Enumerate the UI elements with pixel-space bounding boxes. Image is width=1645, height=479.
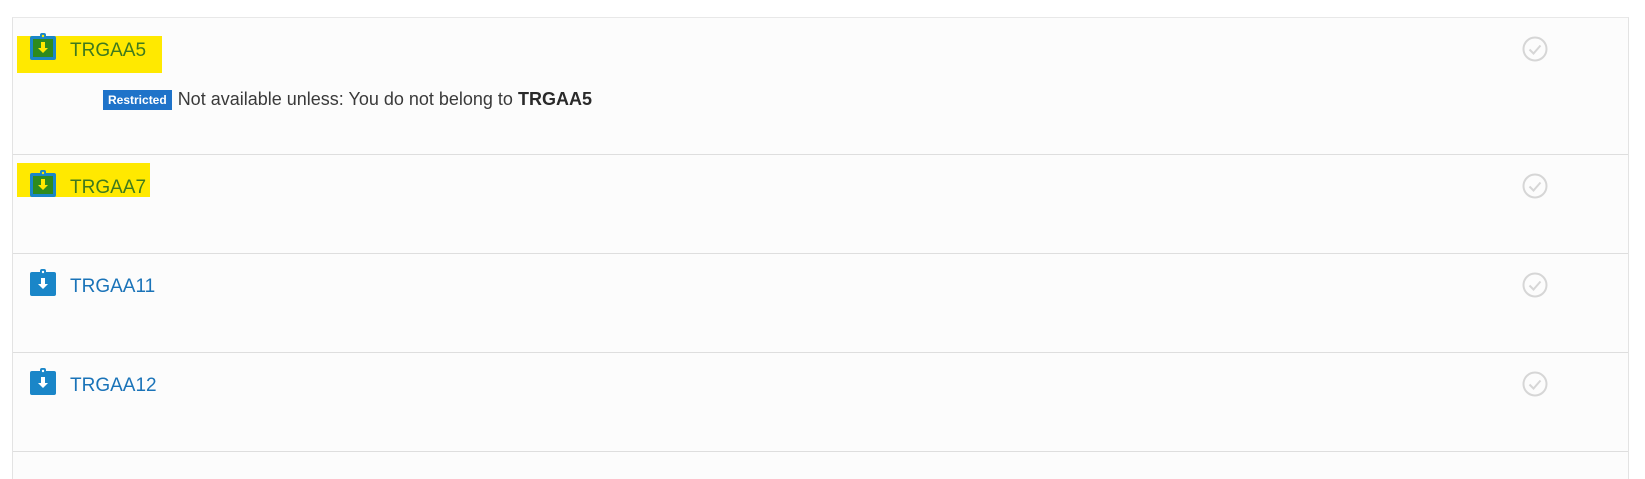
assignment-download-icon <box>30 33 56 60</box>
assignment-download-icon <box>30 269 56 296</box>
course-activity-list: TRGAA5 Restricted Not available unless: … <box>12 17 1629 479</box>
assignment-download-icon <box>30 368 56 395</box>
completion-check-icon[interactable] <box>1522 371 1548 397</box>
activity-link-trgaa7[interactable]: TRGAA7 <box>70 176 146 200</box>
restriction-text: Not available unless: You do not belong … <box>177 89 513 109</box>
activity-link-trgaa11[interactable]: TRGAA11 <box>70 275 155 299</box>
activity-item-trgaa5: TRGAA5 Restricted Not available unless: … <box>13 18 1628 155</box>
restricted-badge: Restricted <box>103 89 172 110</box>
availability-restriction: Restricted Not available unless: You do … <box>103 89 592 110</box>
activity-link-trgaa5[interactable]: TRGAA5 <box>70 39 146 63</box>
activity-item-trgaa11: TRGAA11 <box>13 254 1628 353</box>
completion-check-icon[interactable] <box>1522 173 1548 199</box>
page: TRGAA5 Restricted Not available unless: … <box>0 0 1645 479</box>
activity-item-trgaa12: TRGAA12 <box>13 353 1628 452</box>
completion-check-icon[interactable] <box>1522 272 1548 298</box>
activity-item-trgaa7: TRGAA7 <box>13 155 1628 254</box>
activity-link-trgaa12[interactable]: TRGAA12 <box>70 374 157 398</box>
assignment-download-icon <box>30 170 56 197</box>
restriction-group: TRGAA5 <box>517 89 592 109</box>
completion-check-icon[interactable] <box>1522 36 1548 62</box>
